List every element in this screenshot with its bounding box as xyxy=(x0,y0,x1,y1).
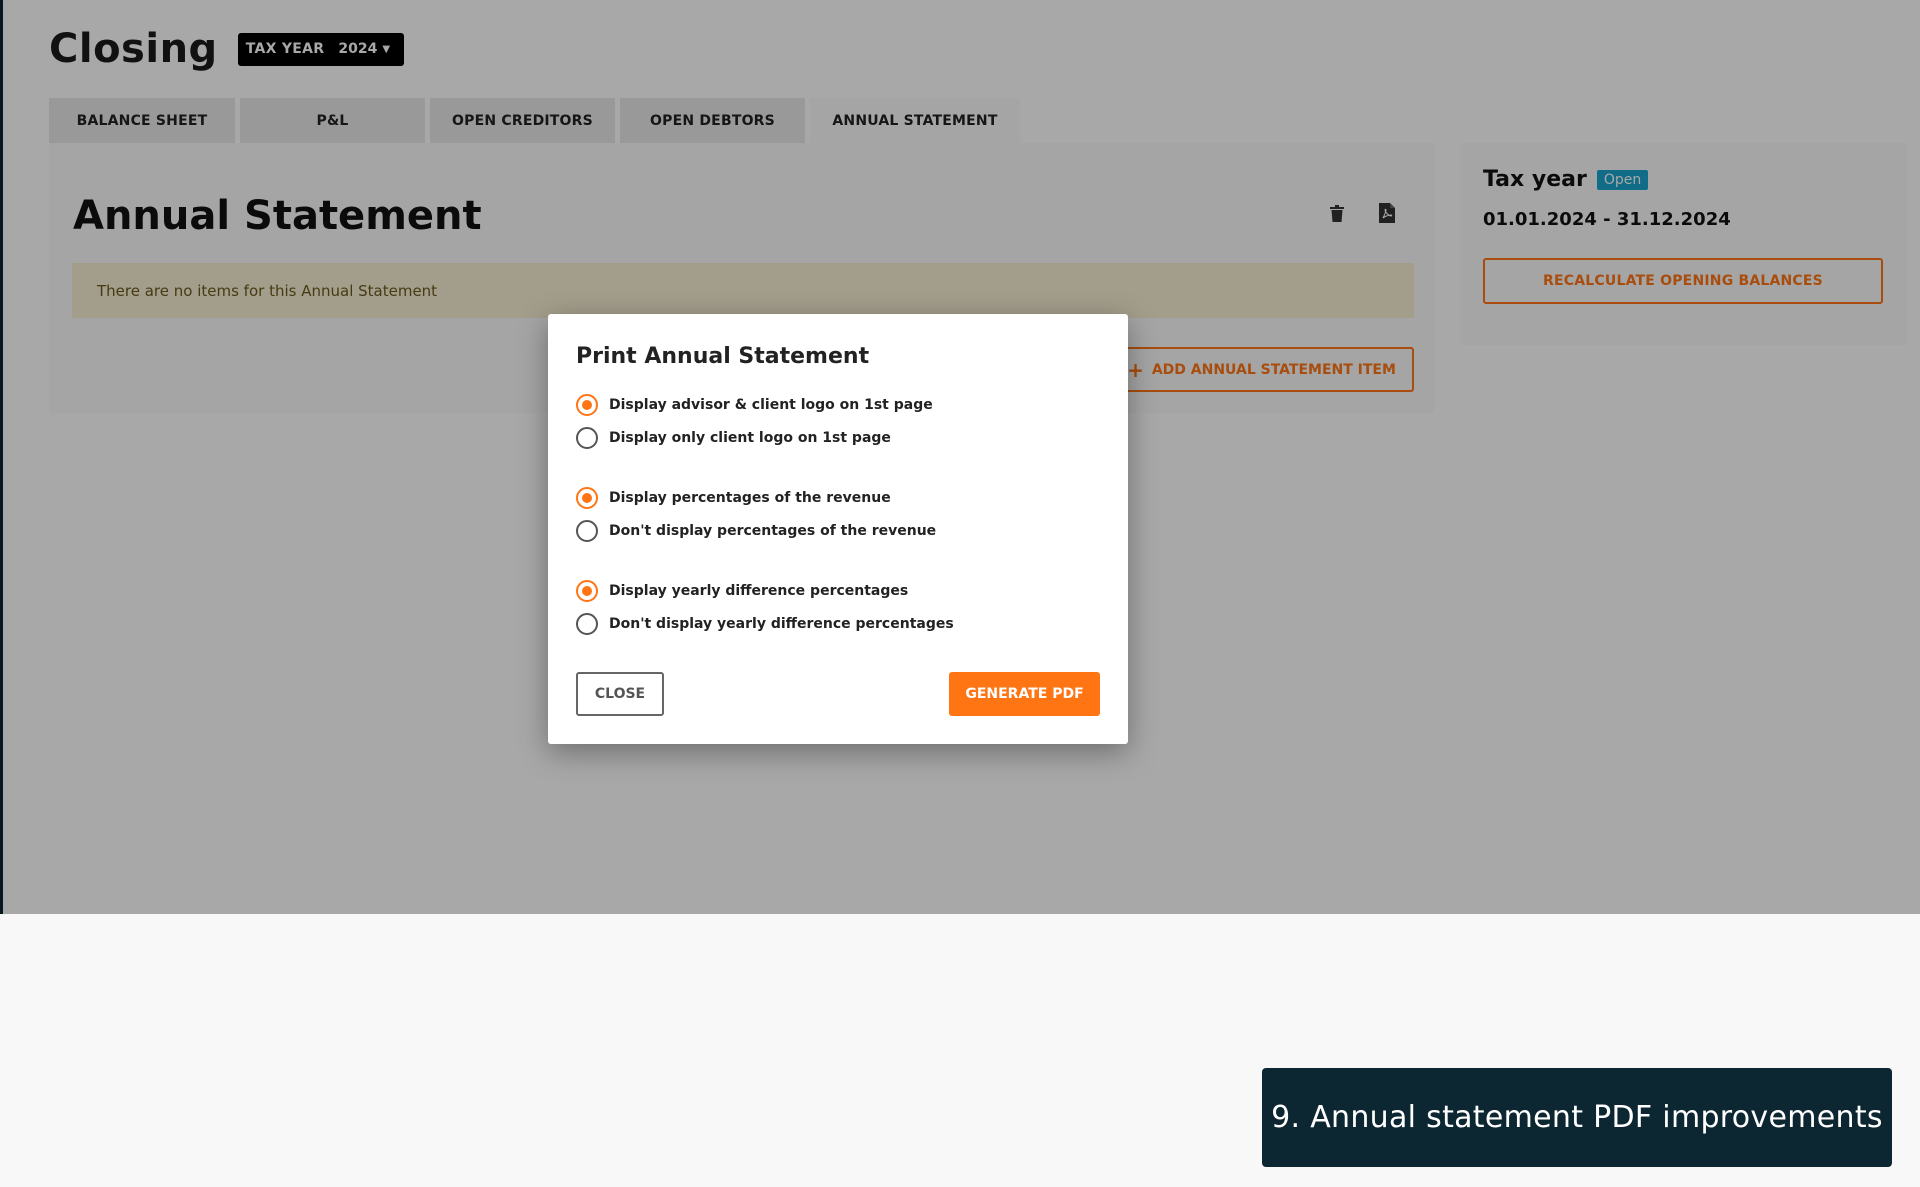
radio-label: Display advisor & client logo on 1st pag… xyxy=(609,396,933,413)
dialog-title: Print Annual Statement xyxy=(576,344,870,369)
radio-label: Don't display yearly difference percenta… xyxy=(609,615,954,632)
radio-option[interactable]: Don't display percentages of the revenue xyxy=(576,514,936,547)
radio-label: Don't display percentages of the revenue xyxy=(609,522,937,539)
yearly-difference-option-group: Display yearly difference percentages Do… xyxy=(576,574,954,640)
radio-button[interactable] xyxy=(576,426,598,449)
radio-option[interactable]: Don't display yearly difference percenta… xyxy=(576,607,954,640)
radio-button[interactable] xyxy=(576,612,598,635)
radio-label: Display only client logo on 1st page xyxy=(609,429,891,446)
radio-option[interactable]: Display yearly difference percentages xyxy=(576,574,954,607)
radio-label: Display yearly difference percentages xyxy=(609,582,909,599)
print-annual-statement-dialog: Print Annual Statement Display advisor &… xyxy=(548,314,1128,744)
close-button[interactable]: CLOSE xyxy=(576,672,664,716)
radio-button[interactable] xyxy=(576,393,598,416)
radio-option[interactable]: Display advisor & client logo on 1st pag… xyxy=(576,388,933,421)
radio-option[interactable]: Display percentages of the revenue xyxy=(576,481,936,514)
revenue-percentage-option-group: Display percentages of the revenue Don't… xyxy=(576,481,936,547)
radio-button[interactable] xyxy=(576,486,598,509)
radio-button[interactable] xyxy=(576,519,598,542)
feature-caption: 9. Annual statement PDF improvements xyxy=(1262,1068,1892,1167)
app-window: Closing TAX YEAR 2024 ▼ BALANCE SHEET P&… xyxy=(0,0,1920,914)
logo-option-group: Display advisor & client logo on 1st pag… xyxy=(576,388,933,454)
generate-pdf-button[interactable]: GENERATE PDF xyxy=(949,672,1100,716)
radio-button[interactable] xyxy=(576,579,598,602)
radio-label: Display percentages of the revenue xyxy=(609,489,891,506)
feature-caption-text: 9. Annual statement PDF improvements xyxy=(1271,1100,1883,1135)
radio-option[interactable]: Display only client logo on 1st page xyxy=(576,421,933,454)
